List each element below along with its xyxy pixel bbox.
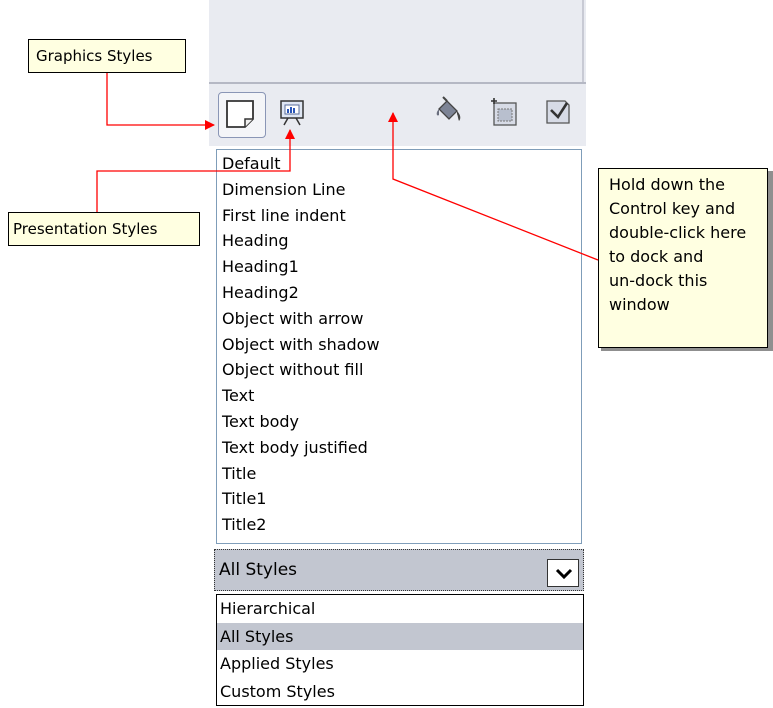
callout-arrows bbox=[96, 73, 599, 261]
dock-window-arrow bbox=[388, 112, 599, 261]
presentation-styles-arrow bbox=[96, 129, 295, 212]
graphics-styles-arrow bbox=[106, 73, 215, 130]
